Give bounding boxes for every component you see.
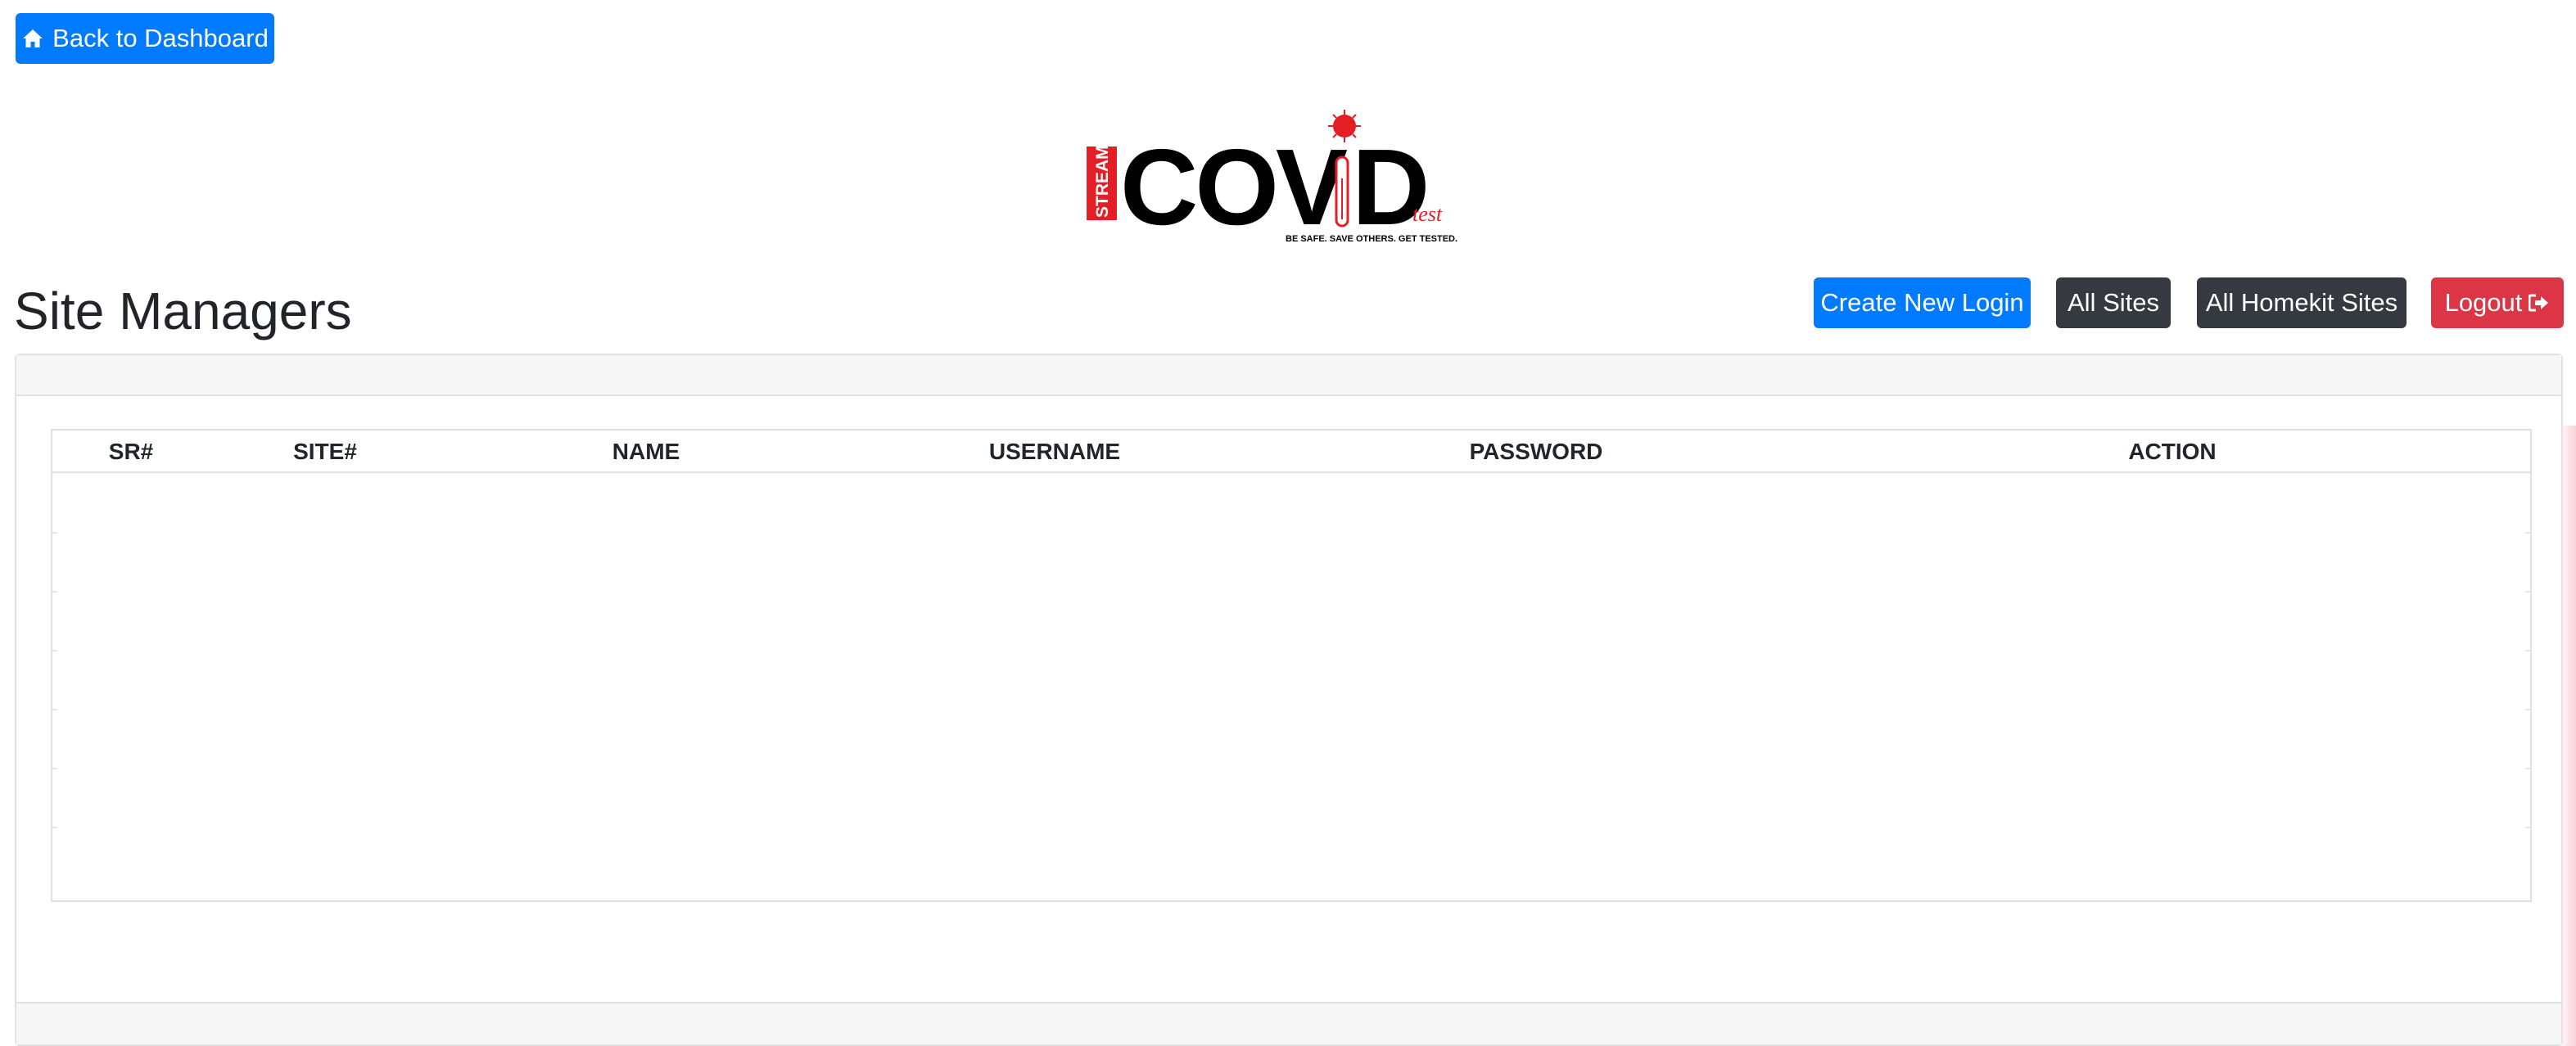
column-header-sr[interactable]: SR# — [52, 431, 210, 473]
card-header — [16, 355, 2561, 396]
logo-tagline: BE SAFE. SAVE OTHERS. GET TESTED. — [1286, 234, 1457, 244]
logo-side-text: STREAM — [1093, 145, 1112, 218]
row-divider — [52, 768, 57, 769]
row-divider — [2525, 709, 2530, 710]
row-divider — [52, 532, 57, 534]
page: Back to Dashboard STREAM COV D test BE S… — [0, 0, 2576, 1046]
page-edge-shadow — [2561, 426, 2576, 1046]
back-to-dashboard-button[interactable]: Back to Dashboard — [16, 13, 274, 64]
column-header-action[interactable]: ACTION — [1814, 431, 2530, 473]
row-divider — [52, 709, 57, 710]
column-header-site[interactable]: SITE# — [210, 431, 441, 473]
row-divider — [52, 591, 57, 593]
page-title: Site Managers — [14, 282, 352, 340]
column-header-username[interactable]: USERNAME — [852, 431, 1258, 473]
logout-button[interactable]: Logout — [2431, 277, 2564, 328]
all-homekit-sites-button[interactable]: All Homekit Sites — [2197, 277, 2407, 328]
row-divider — [2525, 768, 2530, 769]
table-header-row: SR# SITE# NAME USERNAME PASSWORD ACTION — [52, 431, 2530, 473]
row-divider — [2525, 827, 2530, 828]
site-managers-table: SR# SITE# NAME USERNAME PASSWORD ACTION — [51, 429, 2532, 902]
row-divider — [2525, 532, 2530, 534]
home-icon — [23, 29, 43, 47]
stream-covid-test-logo: STREAM COV D test BE SAFE. SAVE OTHERS. … — [1087, 110, 1457, 247]
row-divider — [52, 827, 57, 828]
logout-label: Logout — [2444, 288, 2523, 317]
all-sites-button[interactable]: All Sites — [2056, 277, 2171, 328]
logo-suffix-text: test — [1412, 202, 1443, 226]
column-header-password[interactable]: PASSWORD — [1258, 431, 1814, 473]
row-divider — [2525, 591, 2530, 593]
create-new-login-button[interactable]: Create New Login — [1814, 277, 2031, 328]
card-footer — [16, 1002, 2561, 1044]
svg-text:D: D — [1352, 127, 1430, 247]
sign-out-icon — [2529, 294, 2549, 312]
site-managers-card: SR# SITE# NAME USERNAME PASSWORD ACTION — [15, 354, 2563, 1046]
back-to-dashboard-label: Back to Dashboard — [52, 24, 269, 52]
row-divider — [52, 650, 57, 651]
column-header-name[interactable]: NAME — [441, 431, 852, 473]
svg-text:COV: COV — [1120, 127, 1348, 247]
row-divider — [2525, 650, 2530, 651]
